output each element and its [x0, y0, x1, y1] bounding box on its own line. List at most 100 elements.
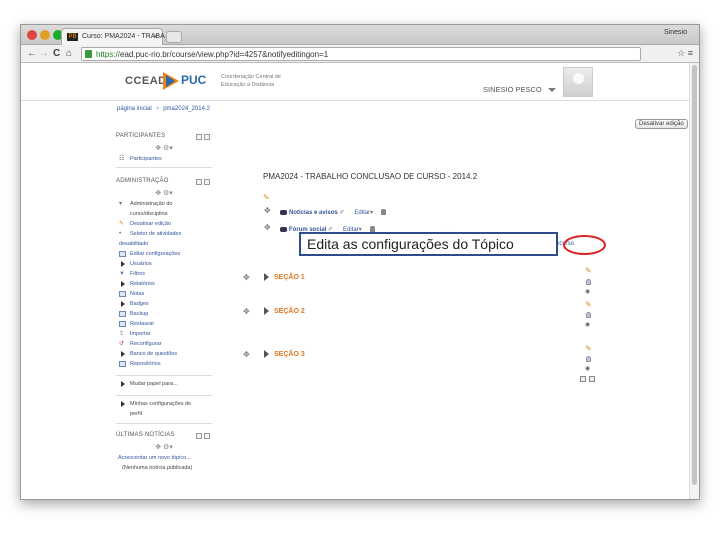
section-3[interactable]: SEÇÃO 3 [264, 350, 305, 358]
sidebar-item-activity-chooser-cont[interactable]: desabilitado [116, 239, 212, 249]
restore-icon [119, 321, 126, 327]
highlight-bulb-icon[interactable] [586, 356, 591, 362]
activity-news-edit[interactable]: Editar [354, 210, 370, 216]
move-section-icon[interactable]: ✥ [243, 273, 250, 282]
move-section-icon[interactable]: ✥ [243, 350, 250, 359]
browser-tab[interactable]: PB Curso: PMA2024 - TRABA × [61, 28, 165, 45]
chevron-down-icon[interactable] [548, 88, 556, 92]
edit-title-pencil-icon[interactable]: ✎ [263, 193, 270, 202]
repositories-label: Repositórios [130, 361, 161, 367]
close-window-icon[interactable] [27, 30, 37, 40]
edit-settings-label: Editar configurações [130, 251, 181, 257]
dock-block-icon[interactable] [204, 179, 210, 185]
sidebar-item-my-profile-cont[interactable]: perfil [116, 409, 212, 419]
course-admin-label: Administração do [130, 201, 173, 207]
eye-icon[interactable]: ◉ [585, 365, 590, 372]
sidebar-item-restore[interactable]: Restaurar [116, 319, 212, 329]
hide-block-icon[interactable] [196, 179, 202, 185]
address-scheme: https:// [96, 50, 121, 59]
move-block-icon[interactable]: ✥ ⚙▾ [116, 189, 212, 199]
sidebar-item-question-bank[interactable]: Banco de questões [116, 349, 212, 359]
block-controls[interactable] [194, 433, 210, 441]
move-block-icon[interactable]: ✥ ⚙▾ [116, 144, 212, 154]
sidebar-item-edit-settings[interactable]: Editar configurações [116, 249, 212, 259]
edit-section-3-pencil-icon[interactable]: ✎ [585, 344, 592, 353]
browser-profile[interactable]: Sinesio [664, 29, 687, 36]
close-tab-icon[interactable]: × [153, 32, 158, 41]
browser-toolbar: ← → C ⌂ https://ead.puc-rio.br/course/vi… [21, 45, 699, 63]
section-2-label: SEÇÃO 2 [274, 307, 305, 315]
scrollbar-thumb[interactable] [692, 65, 697, 485]
move-activity-icon[interactable]: ✥ [264, 223, 271, 232]
sidebar-item-course-admin-cont[interactable]: curso/disciplina [116, 209, 212, 219]
disable-editing-label: Desativar edição [130, 221, 171, 227]
block-controls[interactable] [194, 134, 210, 142]
new-tab-button[interactable] [166, 31, 182, 43]
dock-block-icon[interactable] [204, 134, 210, 140]
user-menu[interactable]: SINESIO PESCO [483, 85, 542, 94]
sidebar-item-switch-role[interactable]: Mudar papel para... [116, 379, 212, 389]
breadcrumb-course[interactable]: pma2024_2014.2 [163, 106, 210, 112]
my-profile-label: Minhas configurações de [130, 401, 192, 407]
sidebar-item-badges[interactable]: Badges [116, 299, 212, 309]
news-add-topic-link[interactable]: Acrescentar um novo tópico... [116, 453, 212, 463]
minimize-window-icon[interactable] [40, 30, 50, 40]
chevron-right-icon [264, 273, 269, 281]
home-icon[interactable]: ⌂ [66, 48, 72, 59]
bookmark-menu-icons[interactable]: ☆ ≡ [677, 48, 693, 59]
edit-section-2-pencil-icon[interactable]: ✎ [585, 300, 592, 309]
pencil-icon[interactable]: ✐ [339, 210, 344, 216]
sidebar-item-reports[interactable]: Relatórios [116, 279, 212, 289]
sidebar-item-course-admin[interactable]: ▾ Administração do [116, 199, 212, 209]
users-label: Usuários [130, 261, 152, 267]
hide-block-icon[interactable] [196, 433, 202, 439]
sidebar-item-repositories[interactable]: Repositórios [116, 359, 212, 369]
sidebar-item-my-profile[interactable]: Minhas configurações de [116, 399, 212, 409]
move-section-icon[interactable]: ✥ [243, 307, 250, 316]
move-block-icon[interactable]: ✥ ⚙▾ [116, 443, 212, 453]
sidebar-item-import[interactable]: ⇪ Importar [116, 329, 212, 339]
sidebar-item-filters[interactable]: ▼ Filtros [116, 269, 212, 279]
reset-label: Reconfigurar [130, 341, 162, 347]
breadcrumb-home[interactable]: página inicial [117, 106, 152, 112]
sidebar-item-grades[interactable]: Notas [116, 289, 212, 299]
sidebar-item-reset[interactable]: ↺ Reconfigurar [116, 339, 212, 349]
delete-section-icon[interactable] [580, 376, 586, 382]
section-1[interactable]: SEÇÃO 1 [264, 273, 305, 281]
activity-chooser-label-2: desabilitado [119, 241, 149, 247]
caret-down-icon[interactable]: ▾ [370, 210, 373, 216]
chevron-right-icon [121, 351, 125, 357]
logo-arrow-inner-icon [166, 75, 175, 87]
block-controls[interactable] [194, 179, 210, 187]
activity-news[interactable]: Notícias e avisos ✐ Editar▾ [280, 209, 387, 216]
people-icon: ☷ [119, 156, 125, 162]
sidebar-item-backup[interactable]: Backup [116, 309, 212, 319]
move-activity-icon[interactable]: ✥ [264, 206, 271, 215]
back-arrow-icon[interactable]: ← [27, 48, 37, 59]
address-bar[interactable]: https://ead.puc-rio.br/course/view.php?i… [81, 47, 641, 61]
activity-chooser-label: Seletor de atividades [130, 231, 182, 237]
person-icon[interactable] [381, 209, 387, 216]
eye-icon[interactable]: ◉ [585, 321, 590, 328]
toggle-editing-button[interactable]: Desativar edição [635, 119, 688, 129]
dock-block-icon[interactable] [204, 433, 210, 439]
avatar[interactable] [563, 67, 593, 97]
eye-icon[interactable]: ◉ [585, 288, 590, 295]
course-admin-label-2: curso/disciplina [130, 211, 168, 217]
edit-section-1-pencil-icon[interactable]: ✎ [585, 266, 592, 275]
forward-arrow-icon[interactable]: → [39, 48, 49, 59]
hide-block-icon[interactable] [196, 134, 202, 140]
sidebar-item-activity-chooser[interactable]: • Seletor de atividades [116, 229, 212, 239]
ccead-logo[interactable]: CCEAD [125, 75, 167, 87]
minus-section-icon[interactable] [589, 376, 595, 382]
badges-label: Badges [130, 301, 149, 307]
address-text: ead.puc-rio.br/course/view.php?id=4257&n… [120, 50, 329, 59]
highlight-bulb-icon[interactable] [586, 279, 591, 285]
reload-icon[interactable]: C [53, 48, 60, 59]
sidebar-item-participants[interactable]: ☷ Participantes [116, 154, 212, 164]
section-2[interactable]: SEÇÃO 2 [264, 307, 305, 315]
vertical-scrollbar[interactable] [689, 63, 699, 499]
highlight-bulb-icon[interactable] [586, 312, 591, 318]
sidebar-item-users[interactable]: Usuários [116, 259, 212, 269]
sidebar-item-disable-editing[interactable]: ✎ Desativar edição [116, 219, 212, 229]
